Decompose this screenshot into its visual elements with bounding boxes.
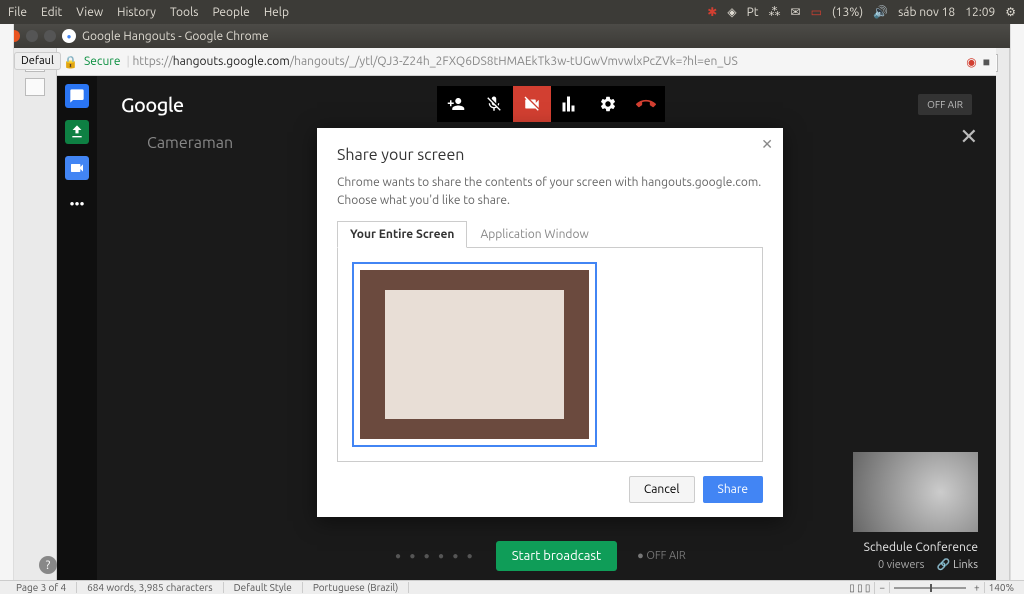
url-prefix: https:// <box>132 55 172 68</box>
menu-edit[interactable]: Edit <box>41 6 62 19</box>
view-icons[interactable]: ▯ ▯ ▯ <box>845 582 875 594</box>
battery-icon[interactable]: ▭ <box>811 5 822 19</box>
dialog-close-icon[interactable]: ✕ <box>761 136 773 153</box>
style-indicator[interactable]: Default Style <box>224 582 303 593</box>
system-menubar: File Edit View History Tools People Help… <box>0 0 1024 24</box>
dialog-tabs: Your Entire Screen Application Window <box>337 220 763 248</box>
settings-button[interactable] <box>589 86 627 122</box>
cast-icon[interactable]: ◉ <box>966 55 976 69</box>
dialog-content <box>337 248 763 462</box>
zoom-in[interactable]: + <box>970 582 985 593</box>
share-screen-dialog: ✕ Share your screen Chrome wants to shar… <box>317 128 783 517</box>
hangup-button[interactable] <box>627 86 665 122</box>
volume-icon[interactable]: 🔊 <box>873 5 888 19</box>
viewers-count: 0 viewers <box>878 559 924 571</box>
screen-thumbnail[interactable] <box>352 262 597 447</box>
words-indicator: 684 words, 3,985 characters <box>77 582 223 593</box>
menu-history[interactable]: History <box>117 6 156 19</box>
broadcast-info: Schedule Conference 0 viewers 🔗 Links <box>864 541 978 571</box>
app-main: Google OFF AIR ✕ Cameraman ✕ Share your … <box>97 76 996 580</box>
call-controls <box>437 86 665 122</box>
share-button[interactable]: Share <box>703 476 763 503</box>
tab-entire-screen[interactable]: Your Entire Screen <box>337 221 467 248</box>
zoom-out[interactable]: − <box>875 582 890 593</box>
time-text: 12:09 <box>965 6 995 19</box>
lang-indicator[interactable]: Portuguese (Brazil) <box>303 582 409 593</box>
cancel-button[interactable]: Cancel <box>629 476 695 503</box>
help-icon[interactable]: ? <box>39 556 57 574</box>
dialog-title: Share your screen <box>337 146 763 164</box>
offair-badge: OFF AIR <box>918 94 972 115</box>
lang-indicator[interactable]: Pt <box>747 6 759 19</box>
settings-gear-icon[interactable]: ⚙ <box>1005 5 1016 19</box>
schedule-conference-link[interactable]: Schedule Conference <box>864 541 978 554</box>
left-dock <box>0 24 14 580</box>
start-broadcast-button[interactable]: Start broadcast <box>496 541 617 571</box>
dots-indicator: ● ● ● ● ● ● <box>395 550 476 562</box>
bug-icon[interactable]: ✱ <box>707 5 717 19</box>
window-titlebar: ● Google Hangouts - Google Chrome <box>0 24 1024 48</box>
page-indicator: Page 3 of 4 <box>6 582 77 593</box>
menu-help[interactable]: Help <box>264 6 289 19</box>
window-title: Google Hangouts - Google Chrome <box>82 30 269 43</box>
url-bar[interactable]: 🔒 Secure | https://hangouts.google.com/h… <box>57 48 996 76</box>
self-preview[interactable] <box>853 452 978 532</box>
bluetooth-icon[interactable]: ⁂ <box>769 5 781 19</box>
hangouts-app: ••• Google OFF AIR ✕ Cameraman ✕ Share y… <box>57 76 996 580</box>
window-maximize-button[interactable] <box>44 30 56 42</box>
chrome-icon: ● <box>62 29 76 43</box>
mail-icon[interactable]: ✉ <box>791 5 801 19</box>
left-tab[interactable]: Defaul <box>14 52 61 70</box>
camera-icon[interactable]: ■ <box>983 55 990 69</box>
google-logo: Google <box>121 93 184 116</box>
app-topbar: Google OFF AIR <box>97 76 996 132</box>
menu-tools[interactable]: Tools <box>170 6 199 19</box>
camera-off-button[interactable] <box>513 86 551 122</box>
close-panel-icon[interactable]: ✕ <box>960 124 978 150</box>
window-minimize-button[interactable] <box>26 30 38 42</box>
invite-button[interactable] <box>437 86 475 122</box>
battery-percent: (13%) <box>832 6 863 19</box>
bandwidth-button[interactable] <box>551 86 589 122</box>
offair-label: ● OFF AIR <box>637 550 686 562</box>
writer-statusbar: Page 3 of 4 684 words, 3,985 characters … <box>0 580 1024 594</box>
url-path: /hangouts/_/ytl/QJ3-Z24h_2FXQ6DS8tHMAEkT… <box>290 55 738 68</box>
right-dock <box>1010 24 1024 580</box>
chat-icon[interactable] <box>65 84 89 108</box>
secure-label: Secure <box>84 55 121 68</box>
dialog-description: Chrome wants to share the contents of yo… <box>337 174 763 210</box>
menu-view[interactable]: View <box>76 6 103 19</box>
screenshare-icon[interactable] <box>65 120 89 144</box>
more-icon[interactable]: ••• <box>65 192 89 216</box>
camera-control-icon[interactable] <box>65 156 89 180</box>
app-sidebar: ••• <box>57 76 97 580</box>
menu-people[interactable]: People <box>212 6 249 19</box>
lock-icon: 🔒 <box>63 55 78 69</box>
bottom-bar: ● ● ● ● ● ● Start broadcast ● OFF AIR Sc… <box>97 532 996 580</box>
menu-file[interactable]: File <box>8 6 27 19</box>
date-text: sáb nov 18 <box>898 6 955 19</box>
writer-left-sidebar <box>14 48 57 580</box>
cameraman-label: Cameraman <box>147 134 233 152</box>
tab-application-window[interactable]: Application Window <box>467 221 601 248</box>
zoom-level[interactable]: 140% <box>985 582 1018 593</box>
url-domain: hangouts.google.com <box>173 55 290 68</box>
links-button[interactable]: 🔗 Links <box>937 558 978 571</box>
page-thumb-icon[interactable] <box>25 78 45 96</box>
mute-mic-button[interactable] <box>475 86 513 122</box>
wifi-icon[interactable]: ◈ <box>727 5 736 19</box>
